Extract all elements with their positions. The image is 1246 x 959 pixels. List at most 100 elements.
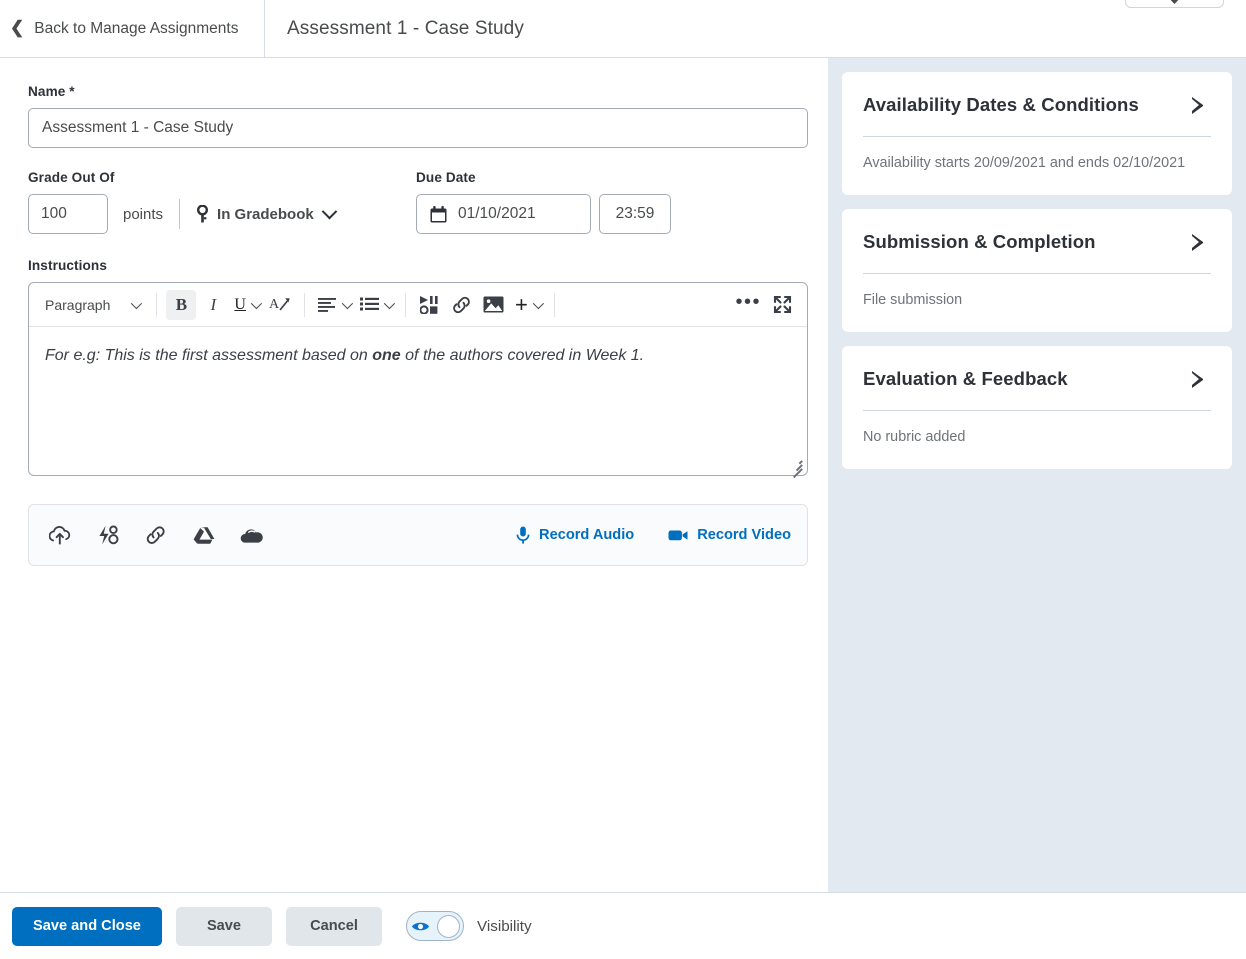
panel-submission-summary: File submission — [863, 292, 1211, 308]
expand-icon — [773, 295, 792, 314]
insert-media-button[interactable] — [415, 290, 445, 320]
svg-text:A: A — [269, 297, 280, 312]
upload-icon[interactable] — [45, 520, 75, 550]
italic-icon: I — [211, 295, 217, 315]
chevron-down-icon — [1165, 0, 1183, 4]
fullscreen-button[interactable] — [767, 290, 797, 320]
list-button[interactable] — [356, 290, 396, 320]
underline-icon: U — [234, 296, 246, 314]
link-icon — [451, 295, 472, 315]
record-video-label: Record Video — [697, 527, 791, 543]
divider — [156, 293, 157, 317]
paragraph-style-dropdown[interactable]: Paragraph — [39, 290, 147, 320]
panel-evaluation-title: Evaluation & Feedback — [863, 368, 1068, 390]
footer-action-bar: Save and Close Save Cancel Visibility — [0, 892, 1246, 959]
more-options-button[interactable]: ••• — [731, 290, 765, 320]
in-gradebook-dropdown[interactable]: In Gradebook — [196, 205, 335, 223]
grade-out-of-input[interactable] — [28, 194, 108, 234]
grade-out-of-group: Grade Out Of points In Gradebook — [28, 170, 388, 234]
bold-button[interactable]: B — [166, 290, 196, 320]
link-icon[interactable] — [141, 520, 171, 550]
main-content: Name * Grade Out Of points In Gradebook — [0, 58, 828, 892]
toggle-knob — [437, 915, 460, 938]
quicklink-icon[interactable] — [93, 520, 123, 550]
eye-icon — [411, 920, 430, 933]
visibility-label: Visibility — [477, 918, 532, 935]
divider — [405, 293, 406, 317]
panel-evaluation-summary: No rubric added — [863, 429, 1211, 445]
page-title: Assessment 1 - Case Study — [265, 18, 524, 40]
record-video-button[interactable]: Record Video — [668, 527, 791, 543]
in-gradebook-label: In Gradebook — [217, 206, 314, 223]
panel-availability-title: Availability Dates & Conditions — [863, 94, 1139, 116]
back-link-label: Back to Manage Assignments — [34, 20, 238, 38]
grade-and-due-row: Grade Out Of points In Gradebook — [28, 170, 800, 234]
divider — [863, 136, 1211, 137]
visibility-toggle-group: Visibility — [406, 911, 532, 941]
due-date-input[interactable]: 01/10/2021 — [416, 194, 591, 234]
media-icon — [420, 296, 440, 314]
instructions-text-bold: one — [372, 347, 400, 364]
editor-toolbar: Paragraph B I U A — [29, 283, 807, 327]
panel-submission-header[interactable]: Submission & Completion — [863, 231, 1211, 253]
page-body: Name * Grade Out Of points In Gradebook — [0, 58, 1246, 892]
insert-more-button[interactable]: + — [511, 290, 545, 320]
underline-button[interactable]: U — [230, 290, 263, 320]
panel-submission-completion: Submission & Completion File submission — [842, 209, 1232, 332]
google-drive-icon[interactable] — [189, 520, 219, 550]
expand-triangle-icon — [1192, 371, 1205, 388]
instructions-text-area[interactable]: For e.g: This is the first assessment ba… — [29, 327, 807, 475]
onedrive-icon[interactable] — [237, 520, 267, 550]
expand-triangle-icon — [1192, 97, 1205, 114]
chevron-down-icon — [384, 297, 395, 308]
align-button[interactable] — [314, 290, 354, 320]
bold-icon: B — [176, 295, 187, 315]
due-date-label: Due Date — [416, 170, 671, 185]
name-input[interactable] — [28, 108, 808, 148]
italic-button[interactable]: I — [198, 290, 228, 320]
cancel-button[interactable]: Cancel — [286, 907, 382, 946]
visibility-toggle[interactable] — [406, 911, 464, 941]
panel-availability-dates-conditions: Availability Dates & Conditions Availabi… — [842, 72, 1232, 195]
save-and-close-button[interactable]: Save and Close — [12, 907, 162, 946]
insert-link-button[interactable] — [447, 290, 477, 320]
microphone-icon — [516, 526, 530, 544]
due-time-input[interactable]: 23:59 — [599, 194, 671, 234]
chevron-down-icon — [342, 297, 353, 308]
record-audio-label: Record Audio — [539, 527, 634, 543]
expand-triangle-icon — [1192, 234, 1205, 251]
panel-evaluation-feedback: Evaluation & Feedback No rubric added — [842, 346, 1232, 469]
chevron-down-icon — [131, 297, 142, 308]
clear-formatting-button[interactable]: A — [265, 290, 295, 320]
divider — [863, 273, 1211, 274]
side-panel-column: Availability Dates & Conditions Availabi… — [828, 58, 1246, 892]
panel-availability-header[interactable]: Availability Dates & Conditions — [863, 94, 1211, 116]
grade-out-of-label: Grade Out Of — [28, 170, 388, 185]
bulleted-list-icon — [360, 297, 379, 312]
chevron-down-icon — [321, 203, 337, 219]
divider — [554, 293, 555, 317]
save-button[interactable]: Save — [176, 907, 272, 946]
attachment-bar: Record Audio Record Video — [28, 504, 808, 566]
header-dropdown-button[interactable] — [1125, 0, 1224, 8]
calendar-icon — [430, 206, 447, 223]
divider — [304, 293, 305, 317]
instructions-editor: Paragraph B I U A — [28, 282, 808, 476]
chevron-down-icon — [533, 297, 544, 308]
video-camera-icon — [668, 528, 688, 542]
page-header: ❮ Back to Manage Assignments Assessment … — [0, 0, 1246, 58]
back-to-manage-assignments-link[interactable]: ❮ Back to Manage Assignments — [0, 0, 265, 58]
divider — [863, 410, 1211, 411]
ellipsis-icon: ••• — [735, 302, 761, 308]
insert-image-button[interactable] — [479, 290, 509, 320]
record-audio-button[interactable]: Record Audio — [516, 526, 634, 544]
points-label: points — [123, 206, 163, 223]
align-left-icon — [318, 297, 337, 312]
due-date-group: Due Date 01/10/2021 23:59 — [416, 170, 671, 234]
chevron-left-icon: ❮ — [10, 19, 24, 36]
panel-evaluation-header[interactable]: Evaluation & Feedback — [863, 368, 1211, 390]
editor-resize-handle[interactable] — [789, 458, 802, 471]
chevron-down-icon — [251, 297, 262, 308]
clear-formatting-icon: A — [269, 295, 290, 314]
due-time-value: 23:59 — [616, 205, 655, 223]
